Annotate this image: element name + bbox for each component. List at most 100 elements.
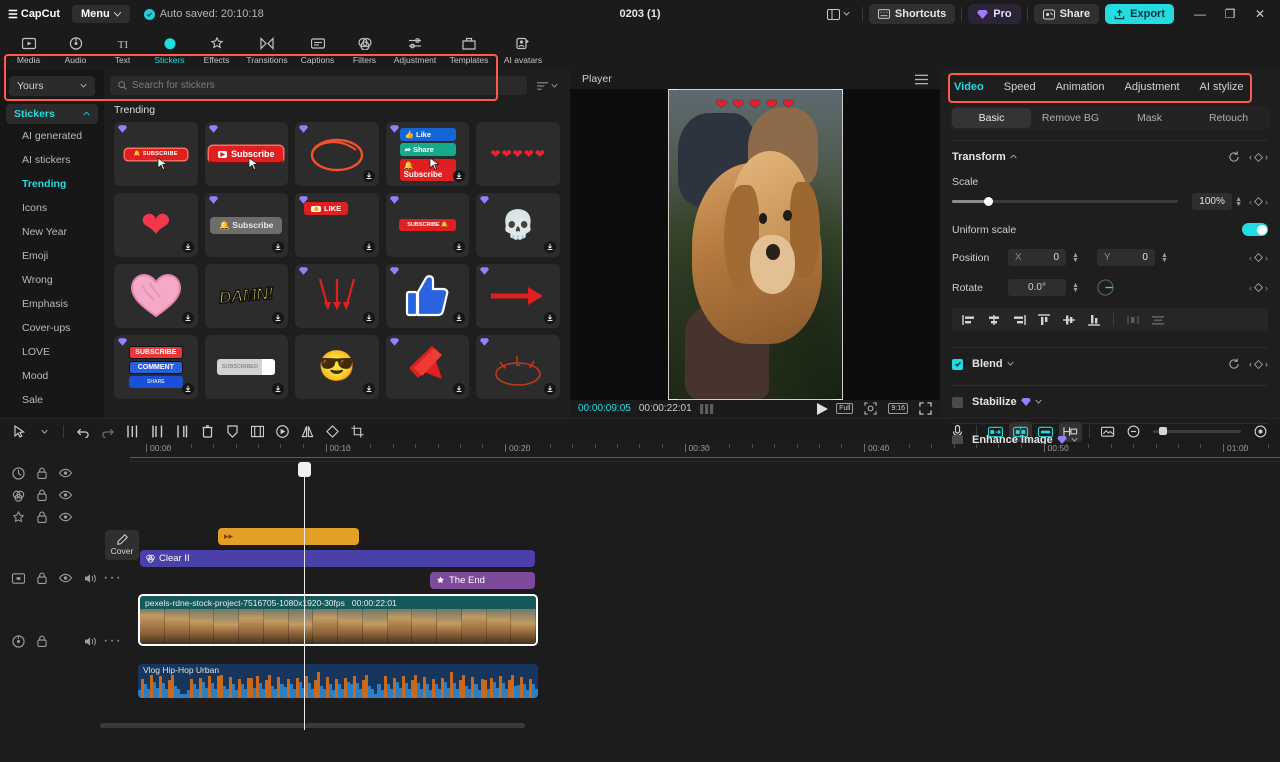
category-item-trending[interactable]: Trending <box>0 172 104 196</box>
category-item-ai-generated[interactable]: AI generated <box>0 124 104 148</box>
trim-right-icon[interactable] <box>171 422 194 442</box>
sticker-red-hearts-row[interactable]: ❤❤❤❤❤ <box>476 122 560 186</box>
sticker-blue-thumbs-up[interactable] <box>386 264 470 328</box>
filter-clip[interactable]: Clear II <box>140 550 535 567</box>
sticker-red-oval-arrows[interactable] <box>476 335 560 399</box>
property-subtab-remove-bg[interactable]: Remove BG <box>1031 108 1110 128</box>
play-button[interactable] <box>817 403 828 415</box>
rotate-dial[interactable] <box>1097 279 1114 296</box>
eye-icon[interactable] <box>59 573 72 583</box>
property-subtab-basic[interactable]: Basic <box>952 108 1031 128</box>
category-item-icons[interactable]: Icons <box>0 196 104 220</box>
download-icon[interactable] <box>272 383 284 395</box>
nav-tab-text[interactable]: TIText <box>100 34 145 65</box>
yours-dropdown[interactable]: Yours <box>9 76 95 96</box>
download-icon[interactable] <box>453 312 465 324</box>
share-button[interactable]: Share <box>1034 4 1100 24</box>
download-icon[interactable] <box>363 170 375 182</box>
property-subtab-retouch[interactable]: Retouch <box>1189 108 1268 128</box>
lock-icon[interactable] <box>37 635 47 647</box>
position-y-field[interactable]: Y 0 <box>1097 249 1155 266</box>
sticker-red-heart[interactable]: ❤ <box>114 193 198 257</box>
eye-icon[interactable] <box>59 512 72 522</box>
align-middle-icon[interactable] <box>1058 311 1080 328</box>
export-button[interactable]: Export <box>1105 4 1174 24</box>
timeline-scrollbar[interactable] <box>100 723 1280 728</box>
video-clip[interactable]: pexels-rdne-stock-project-7516705-1080x1… <box>138 594 538 646</box>
category-item-love[interactable]: LOVE <box>0 340 104 364</box>
sticker-red-arrow-down-left[interactable] <box>386 335 470 399</box>
download-icon[interactable] <box>453 241 465 253</box>
frame-handle-br[interactable] <box>833 399 843 400</box>
freeze-icon[interactable] <box>246 422 269 442</box>
maximize-button[interactable]: ❐ <box>1216 2 1244 26</box>
select-tool-icon[interactable] <box>8 422 31 442</box>
stickers-category-header[interactable]: Stickers <box>6 104 98 124</box>
fullscreen-icon[interactable] <box>919 402 932 415</box>
download-icon[interactable] <box>363 241 375 253</box>
property-tab-ai-stylize[interactable]: AI stylize <box>1200 81 1244 93</box>
download-icon[interactable] <box>182 383 194 395</box>
filter-button[interactable] <box>533 81 562 91</box>
category-item-cover-ups[interactable]: Cover-ups <box>0 316 104 340</box>
tool-dropdown-icon[interactable] <box>33 422 56 442</box>
nav-tab-ai-avatars[interactable]: AI avatars <box>497 34 549 65</box>
video-preview[interactable]: ❤❤❤❤❤ <box>668 89 843 400</box>
lock-icon[interactable] <box>37 572 47 584</box>
rotate-keyframe-nav[interactable]: ‹› <box>1249 283 1268 293</box>
frame-handle-tl[interactable] <box>668 89 678 90</box>
position-keyframe-nav[interactable]: ‹› <box>1249 253 1268 263</box>
align-top-icon[interactable] <box>1033 311 1055 328</box>
download-icon[interactable] <box>272 312 284 324</box>
sticker-red-arrow-right[interactable] <box>476 264 560 328</box>
nav-tab-captions[interactable]: Captions <box>295 34 340 65</box>
shortcuts-button[interactable]: Shortcuts <box>869 4 955 24</box>
nav-tab-media[interactable]: Media <box>6 34 51 65</box>
reverse-icon[interactable] <box>271 422 294 442</box>
frame-handle-bl[interactable] <box>668 399 678 400</box>
nav-tab-transitions[interactable]: Transitions <box>241 34 293 65</box>
sticker-like-share-subscribe-stack[interactable]: 👍 Like➦ Share🔔 Subscribe <box>386 122 470 186</box>
sticker-subscribed-toggle-button[interactable]: SUBSCRIBED <box>205 335 289 399</box>
reset-icon[interactable] <box>1228 358 1240 370</box>
frame-handle-tr[interactable] <box>833 89 843 90</box>
download-icon[interactable] <box>182 312 194 324</box>
nav-tab-effects[interactable]: Effects <box>194 34 239 65</box>
align-left-icon[interactable] <box>958 311 980 328</box>
undo-icon[interactable] <box>71 422 94 442</box>
align-bottom-icon[interactable] <box>1083 311 1105 328</box>
sticker-red-subscribe-bell[interactable]: SUBSCRIBE 🔔 <box>386 193 470 257</box>
chevron-up-icon[interactable] <box>1010 155 1017 159</box>
property-tab-speed[interactable]: Speed <box>1004 81 1036 93</box>
audio-clip[interactable]: Vlog Hip-Hop Urban <box>138 664 538 698</box>
sticker-three-red-arrows-down[interactable] <box>295 264 379 328</box>
playhead[interactable] <box>304 462 305 730</box>
scale-keyframe-nav[interactable]: ‹› <box>1249 197 1268 207</box>
sticker-orange-circle-scribble[interactable] <box>295 122 379 186</box>
sticker-clip[interactable]: The End <box>430 572 535 589</box>
align-center-horizontal-icon[interactable] <box>983 311 1005 328</box>
trim-left-icon[interactable] <box>146 422 169 442</box>
chevron-down-icon[interactable] <box>1071 438 1078 442</box>
chevron-down-icon[interactable] <box>1007 362 1014 366</box>
category-item-new-year[interactable]: New Year <box>0 220 104 244</box>
download-icon[interactable] <box>453 383 465 395</box>
property-subtab-mask[interactable]: Mask <box>1110 108 1189 128</box>
sticker-sunglasses-laughing-emoji[interactable]: 😎 <box>295 335 379 399</box>
sticker-like-badge[interactable]: 👍LIKE <box>295 193 379 257</box>
scale-slider[interactable] <box>952 200 1178 203</box>
stabilize-checkbox[interactable] <box>952 397 963 408</box>
menu-button[interactable]: Menu <box>72 5 130 23</box>
category-item-ai-stickers[interactable]: AI stickers <box>0 148 104 172</box>
redo-icon[interactable] <box>96 422 119 442</box>
lock-icon[interactable] <box>37 467 47 479</box>
quality-button[interactable]: Full <box>836 403 853 414</box>
more-options-icon[interactable]: ··· <box>103 569 122 587</box>
reset-icon[interactable] <box>1228 151 1240 163</box>
category-item-sale[interactable]: Sale <box>0 388 104 412</box>
eye-icon[interactable] <box>59 490 72 500</box>
download-icon[interactable] <box>453 170 465 182</box>
position-y-stepper[interactable]: ▲▼ <box>1161 253 1168 263</box>
download-icon[interactable] <box>544 312 556 324</box>
zoom-fit-icon[interactable] <box>864 402 877 415</box>
